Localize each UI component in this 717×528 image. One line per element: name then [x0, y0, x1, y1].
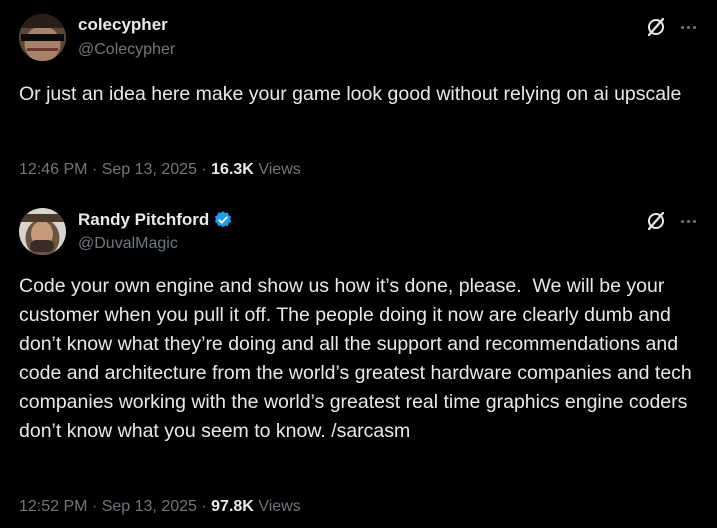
views-count: 16.3K [211, 161, 254, 178]
grok-icon[interactable] [645, 210, 667, 232]
grok-icon[interactable] [645, 16, 667, 38]
tweet-time[interactable]: 12:46 PM [19, 161, 87, 178]
meta-separator: · [91, 161, 98, 178]
meta-separator: · [91, 498, 98, 515]
tweet-2[interactable]: Randy Pitchford @DuvalMagic Code your ow… [0, 196, 717, 528]
views-count: 97.8K [211, 498, 254, 515]
meta-separator: · [201, 498, 207, 515]
author-name-row: colecypher [78, 15, 168, 35]
author-handle[interactable]: @DuvalMagic [78, 235, 178, 253]
tweet-meta: 12:46 PM · Sep 13, 2025 · 16.3K Views [19, 161, 301, 179]
tweet-date[interactable]: Sep 13, 2025 [102, 498, 197, 515]
more-icon[interactable] [677, 210, 699, 232]
tweet-date[interactable]: Sep 13, 2025 [102, 161, 197, 178]
more-icon[interactable] [677, 16, 699, 38]
meta-separator: · [201, 161, 207, 178]
author-handle[interactable]: @Colecypher [78, 41, 175, 59]
tweet-text: Code your own engine and show us how it’… [19, 275, 698, 442]
tweet-1[interactable]: colecypher @Colecypher Or just an idea h… [0, 0, 717, 196]
display-name[interactable]: colecypher [78, 15, 168, 35]
avatar[interactable] [19, 14, 66, 61]
author-name-row: Randy Pitchford [78, 210, 233, 230]
views-label: Views [258, 498, 301, 515]
tweet-time[interactable]: 12:52 PM [19, 498, 87, 515]
tweet-text: Or just an idea here make your game look… [19, 83, 682, 105]
views-label: Views [258, 161, 301, 178]
display-name[interactable]: Randy Pitchford [78, 210, 209, 230]
avatar[interactable] [19, 208, 66, 255]
tweet-meta: 12:52 PM · Sep 13, 2025 · 97.8K Views [19, 498, 301, 516]
verified-badge-icon [213, 210, 233, 230]
